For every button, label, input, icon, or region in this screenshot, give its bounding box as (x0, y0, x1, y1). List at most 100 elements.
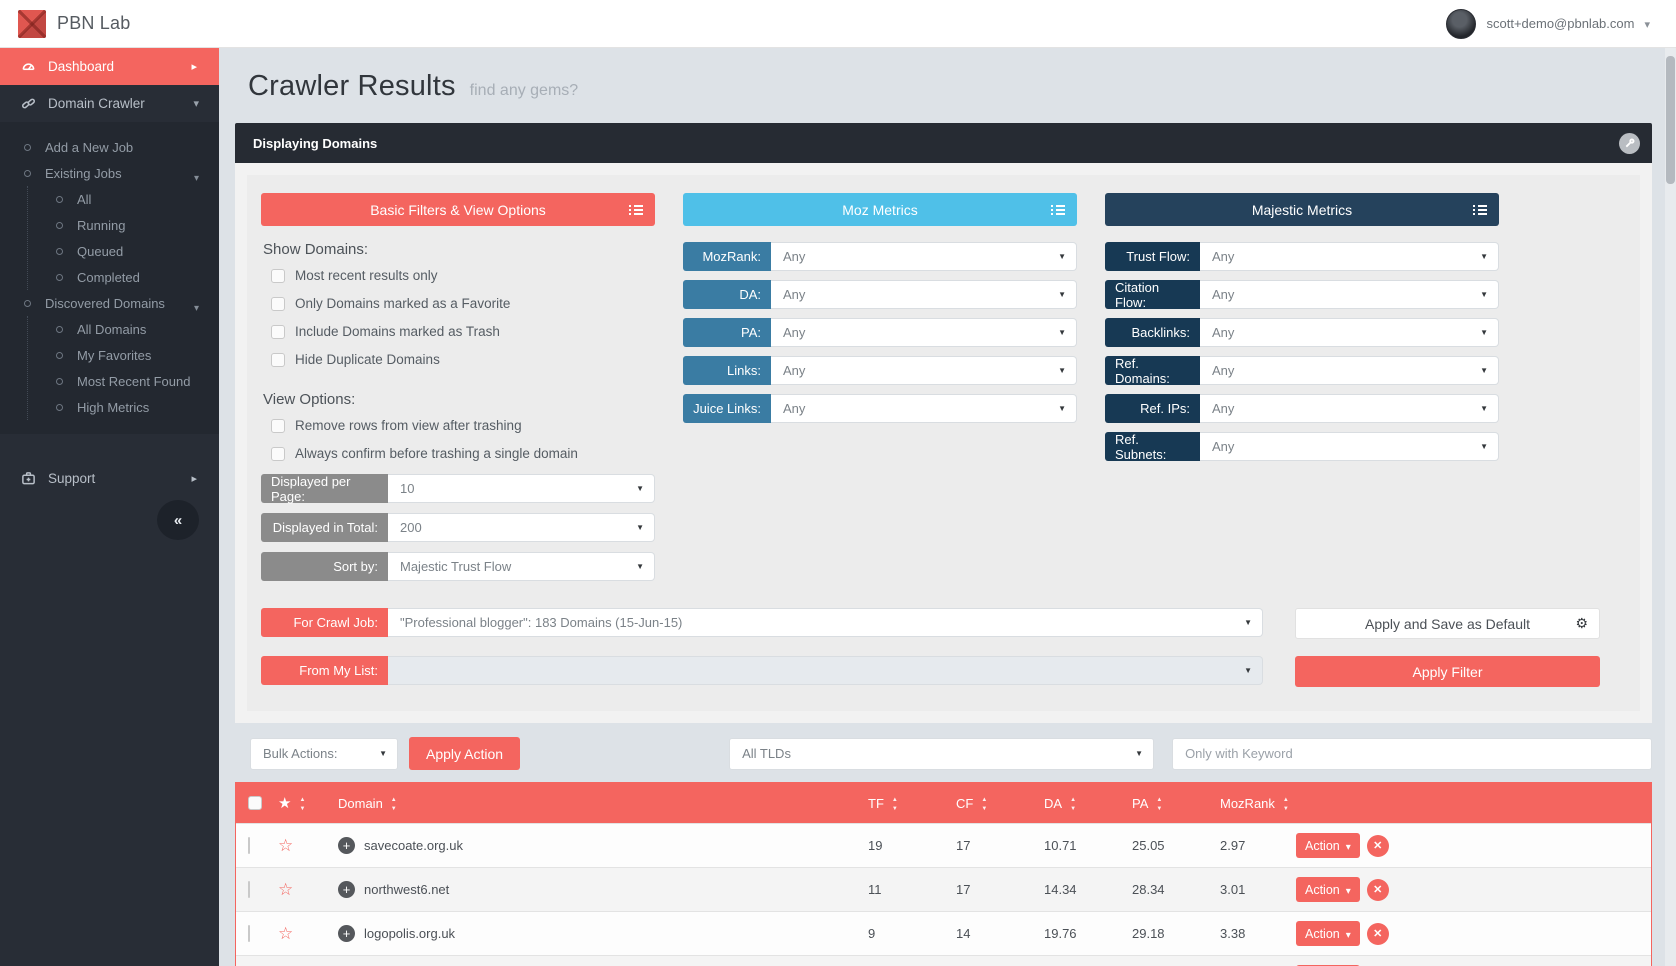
list-icon (629, 204, 643, 216)
select-dropdown[interactable]: 200 (388, 513, 655, 542)
bulk-actions-row: Bulk Actions: Apply Action All TLDs (235, 737, 1652, 770)
domain-name[interactable]: savecoate.org.uk (364, 838, 463, 853)
user-menu[interactable]: scott+demo@pbnlab.com (1446, 9, 1676, 39)
select-value: Any (783, 287, 805, 302)
metric-select[interactable]: Any (1200, 394, 1499, 423)
apply-action-button[interactable]: Apply Action (409, 737, 520, 770)
favorite-star-icon[interactable] (278, 883, 293, 898)
panel-title: Displaying Domains (253, 136, 377, 151)
metric-select[interactable]: Any (771, 356, 1077, 385)
trash-x-button[interactable] (1367, 835, 1389, 857)
keyword-input[interactable] (1172, 738, 1652, 770)
metric-select[interactable]: Any (1200, 280, 1499, 309)
tld-select[interactable]: All TLDs (729, 738, 1154, 770)
metric-select[interactable]: Any (1200, 432, 1499, 461)
sidebar-subitem[interactable]: Running (1, 212, 219, 238)
pa-column-header[interactable]: PA (1130, 794, 1218, 812)
mozrank-column-header[interactable]: MozRank (1218, 794, 1296, 812)
checkbox-option[interactable]: Include Domains marked as Trash (271, 324, 655, 339)
checkbox[interactable] (271, 325, 285, 339)
expand-plus-icon[interactable] (338, 837, 355, 854)
favorite-star-icon[interactable] (278, 839, 293, 854)
sidebar-subitem[interactable]: High Metrics (1, 394, 219, 420)
sidebar-subitem[interactable]: My Favorites (1, 342, 219, 368)
apply-save-default-button[interactable]: Apply and Save as Default (1295, 608, 1600, 639)
checkbox-option[interactable]: Only Domains marked as a Favorite (271, 296, 655, 311)
mozrank-value: 2.97 (1218, 838, 1296, 853)
sidebar-subitem[interactable]: Completed (1, 264, 219, 290)
bulk-actions-select[interactable]: Bulk Actions: (250, 738, 398, 770)
domain-name[interactable]: northwest6.net (364, 882, 449, 897)
select-dropdown[interactable]: Majestic Trust Flow (388, 552, 655, 581)
sidebar-collapse-button[interactable] (157, 500, 199, 540)
domain-column-header[interactable]: Domain (336, 794, 866, 812)
my-list-select[interactable] (388, 656, 1263, 685)
sidebar-item-domain-crawler[interactable]: Domain Crawler (0, 85, 219, 122)
metric-select[interactable]: Any (771, 280, 1077, 309)
sidebar-subitem[interactable]: Queued (1, 238, 219, 264)
checkbox-option[interactable]: Hide Duplicate Domains (271, 352, 655, 367)
bullet-icon (24, 170, 31, 177)
row-checkbox[interactable] (248, 925, 250, 942)
action-dropdown-button[interactable]: Action (1296, 921, 1360, 946)
metric-filter-row: Ref. Subnets: Any (1105, 432, 1499, 461)
sidebar-subitem[interactable]: Most Recent Found (1, 368, 219, 394)
domain-name[interactable]: logopolis.org.uk (364, 926, 455, 941)
checkbox-option[interactable]: Remove rows from view after trashing (271, 418, 655, 433)
trash-x-button[interactable] (1367, 879, 1389, 901)
majestic-metrics-header[interactable]: Majestic Metrics (1105, 193, 1499, 226)
page-header: Crawler Results find any gems? (219, 48, 1676, 121)
checkbox[interactable] (271, 419, 285, 433)
trash-x-button[interactable] (1367, 923, 1389, 945)
cf-column-header[interactable]: CF (954, 794, 1042, 812)
my-list-label: From My List: (261, 656, 388, 685)
checkbox[interactable] (271, 269, 285, 283)
crawl-job-select[interactable]: "Professional blogger": 183 Domains (15-… (388, 608, 1263, 637)
star-column-header[interactable] (276, 794, 336, 812)
metric-select[interactable]: Any (1200, 318, 1499, 347)
da-column-header[interactable]: DA (1042, 794, 1130, 812)
sidebar-item-dashboard[interactable]: Dashboard (0, 48, 219, 85)
scrollbar-thumb[interactable] (1666, 56, 1675, 184)
checkbox[interactable] (271, 297, 285, 311)
metric-select[interactable]: Any (1200, 356, 1499, 385)
moz-metrics-header[interactable]: Moz Metrics (683, 193, 1077, 226)
brand[interactable]: PBN Lab (0, 10, 130, 38)
table-row: logopolis.org.uk 9 14 19.76 29.18 3.38 A… (236, 911, 1651, 955)
sidebar-subitem[interactable]: All (1, 186, 219, 212)
chevron-down-icon (1644, 15, 1650, 33)
bullet-icon (56, 404, 63, 411)
select-dropdown[interactable]: 10 (388, 474, 655, 503)
metric-select[interactable]: Any (771, 394, 1077, 423)
action-dropdown-button[interactable]: Action (1296, 833, 1360, 858)
button-label: Apply Filter (1412, 664, 1482, 680)
checkbox-option[interactable]: Most recent results only (271, 268, 655, 283)
expand-plus-icon[interactable] (338, 881, 355, 898)
metric-select[interactable]: Any (771, 318, 1077, 347)
moz-metrics-column: Moz Metrics MozRank: Any (683, 193, 1077, 591)
sort-icon (1070, 794, 1076, 812)
select-all-checkbox[interactable] (248, 796, 262, 810)
checkbox[interactable] (271, 353, 285, 367)
scrollbar-track[interactable] (1665, 48, 1676, 966)
row-checkbox[interactable] (248, 837, 250, 854)
discovered-domains-children: All Domains My Favorites Most Recent Fou… (27, 316, 219, 420)
basic-filters-header[interactable]: Basic Filters & View Options (261, 193, 655, 226)
sidebar-item-existing-jobs[interactable]: Existing Jobs (0, 160, 219, 186)
existing-jobs-children: All Running Queued Completed (27, 186, 219, 290)
sidebar-item-add-new-job[interactable]: Add a New Job (0, 134, 219, 160)
checkbox[interactable] (271, 447, 285, 461)
wrench-icon[interactable] (1619, 133, 1640, 154)
row-checkbox[interactable] (248, 881, 250, 898)
apply-filter-button[interactable]: Apply Filter (1295, 656, 1600, 687)
metric-select[interactable]: Any (771, 242, 1077, 271)
favorite-star-icon[interactable] (278, 927, 293, 942)
tf-column-header[interactable]: TF (866, 794, 954, 812)
metric-select[interactable]: Any (1200, 242, 1499, 271)
action-dropdown-button[interactable]: Action (1296, 877, 1360, 902)
sidebar-item-support[interactable]: Support (0, 460, 219, 497)
expand-plus-icon[interactable] (338, 925, 355, 942)
sidebar-subitem[interactable]: All Domains (1, 316, 219, 342)
checkbox-option[interactable]: Always confirm before trashing a single … (271, 446, 655, 461)
sidebar-item-discovered-domains[interactable]: Discovered Domains (0, 290, 219, 316)
